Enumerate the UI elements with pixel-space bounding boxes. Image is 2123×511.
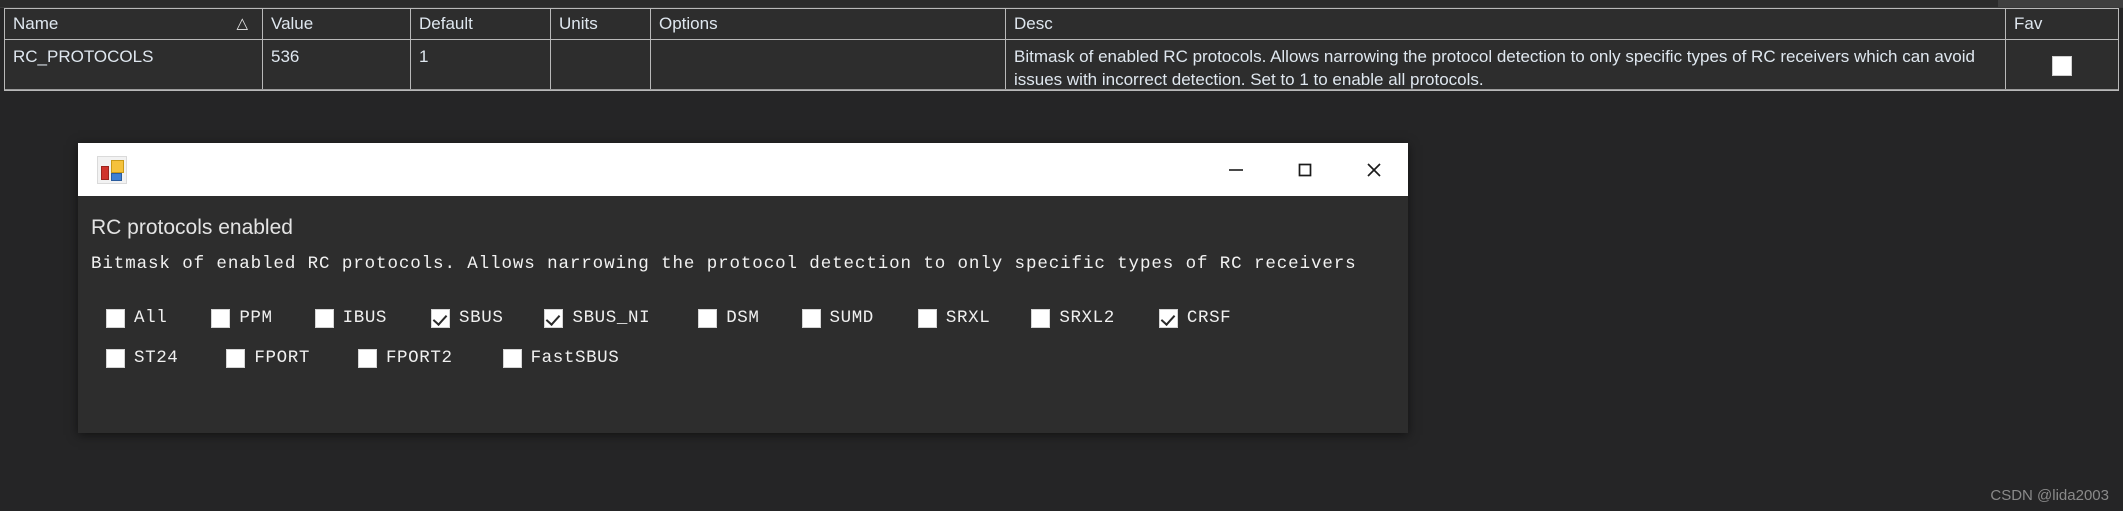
protocol-checkbox-label: SRXL xyxy=(945,308,991,328)
protocol-checkbox-label: CRSF xyxy=(1186,308,1232,328)
checkbox-unchecked-icon[interactable] xyxy=(314,308,334,328)
protocol-checkbox-label: ST24 xyxy=(134,348,179,368)
cell-desc: Bitmask of enabled RC protocols. Allows … xyxy=(1006,40,2006,89)
application-icon-red-block xyxy=(101,165,109,180)
checkbox-unchecked-icon[interactable] xyxy=(917,308,937,328)
column-header-value[interactable]: Value xyxy=(263,9,411,39)
cell-default: 1 xyxy=(411,40,551,89)
cell-units xyxy=(551,40,651,89)
minimize-button[interactable] xyxy=(1201,143,1270,196)
protocol-checkbox-crsf[interactable]: CRSF xyxy=(1158,308,1232,328)
window-top-strip xyxy=(0,0,2123,8)
protocol-checkbox-label: IBUS xyxy=(342,308,388,328)
checkbox-unchecked-icon[interactable] xyxy=(357,348,377,368)
rc-protocols-dialog: RC protocols enabled Bitmask of enabled … xyxy=(78,143,1408,433)
checkbox-checked-icon[interactable] xyxy=(431,308,451,328)
column-header-name[interactable]: Name △ xyxy=(5,9,263,39)
cell-value[interactable]: 536 xyxy=(263,40,411,89)
screenshot-root: Name △ Value Default Units Options Desc … xyxy=(0,0,2123,511)
checkbox-unchecked-icon[interactable] xyxy=(211,308,231,328)
minimize-icon xyxy=(1228,168,1243,171)
protocol-checkbox-label: SBUS xyxy=(459,308,504,328)
maximize-button[interactable] xyxy=(1270,143,1339,196)
protocol-checkbox-label: DSM xyxy=(726,308,760,328)
protocol-checkbox-sumd[interactable]: SUMD xyxy=(801,308,874,328)
maximize-icon xyxy=(1298,163,1311,176)
column-header-desc[interactable]: Desc xyxy=(1006,9,2006,39)
protocol-checkbox-row-2: ST24 FPORT FPORT2 FastSBUS xyxy=(106,348,619,368)
column-header-fav[interactable]: Fav xyxy=(2006,9,2118,39)
protocol-checkbox-fport[interactable]: FPORT xyxy=(226,348,310,368)
checkbox-unchecked-icon[interactable] xyxy=(106,348,125,368)
application-icon-blue-block xyxy=(111,172,122,181)
fav-checkbox[interactable] xyxy=(2052,56,2072,76)
cell-fav[interactable] xyxy=(2006,40,2118,89)
checkbox-unchecked-icon[interactable] xyxy=(1031,308,1051,328)
protocol-checkbox-label: FastSBUS xyxy=(530,348,620,368)
protocol-checkbox-label: SRXL2 xyxy=(1059,308,1115,328)
protocol-checkbox-label: FPORT xyxy=(254,348,310,368)
table-row[interactable]: RC_PROTOCOLS 536 1 Bitmask of enabled RC… xyxy=(5,40,2118,90)
grid-header-row: Name △ Value Default Units Options Desc … xyxy=(5,9,2118,40)
checkbox-unchecked-icon[interactable] xyxy=(226,348,246,368)
application-icon-yellow-block xyxy=(111,159,124,173)
checkbox-unchecked-icon[interactable] xyxy=(801,308,821,328)
dialog-heading: RC protocols enabled xyxy=(91,216,293,239)
column-header-units[interactable]: Units xyxy=(551,9,651,39)
protocol-checkbox-fport2[interactable]: FPORT2 xyxy=(357,348,453,368)
cell-name[interactable]: RC_PROTOCOLS xyxy=(5,40,263,89)
protocol-checkbox-fastsbus[interactable]: FastSBUS xyxy=(502,348,620,368)
close-icon xyxy=(1366,162,1381,177)
protocol-checkbox-st24[interactable]: ST24 xyxy=(106,348,178,368)
checkbox-unchecked-icon[interactable] xyxy=(698,308,718,328)
protocol-checkbox-label: PPM xyxy=(239,308,273,328)
checkbox-unchecked-icon[interactable] xyxy=(106,308,125,328)
checkbox-checked-icon[interactable] xyxy=(1158,308,1178,328)
protocol-checkbox-label: SBUS_NI xyxy=(572,308,651,328)
cell-options xyxy=(651,40,1006,89)
protocol-checkbox-srxl[interactable]: SRXL xyxy=(917,308,991,328)
checkbox-checked-icon[interactable] xyxy=(544,308,564,328)
close-button[interactable] xyxy=(1339,143,1408,196)
protocol-checkbox-label: SUMD xyxy=(829,308,874,328)
column-header-options[interactable]: Options xyxy=(651,9,1006,39)
protocol-checkbox-dsm[interactable]: DSM xyxy=(698,308,759,328)
sort-ascending-icon: △ xyxy=(236,15,248,32)
protocol-checkbox-sbus_ni[interactable]: SBUS_NI xyxy=(544,308,650,328)
window-controls xyxy=(1201,143,1408,196)
protocol-checkbox-sbus[interactable]: SBUS xyxy=(431,308,503,328)
dialog-body: RC protocols enabled Bitmask of enabled … xyxy=(78,196,1408,433)
column-header-name-label: Name xyxy=(13,14,59,33)
window-top-strip-right-segment xyxy=(1998,0,2123,7)
protocol-checkbox-ibus[interactable]: IBUS xyxy=(314,308,388,328)
checkbox-unchecked-icon[interactable] xyxy=(502,348,522,368)
protocol-checkbox-label: FPORT2 xyxy=(385,348,453,368)
protocol-checkbox-label: All xyxy=(134,308,168,328)
dialog-description: Bitmask of enabled RC protocols. Allows … xyxy=(91,254,1357,274)
parameter-grid: Name △ Value Default Units Options Desc … xyxy=(4,8,2119,91)
protocol-checkbox-ppm[interactable]: PPM xyxy=(211,308,272,328)
application-icon xyxy=(97,155,127,184)
protocol-checkbox-all[interactable]: All xyxy=(106,308,167,328)
watermark: CSDN @lida2003 xyxy=(1990,487,2109,504)
dialog-titlebar[interactable] xyxy=(78,143,1408,196)
column-header-default[interactable]: Default xyxy=(411,9,551,39)
protocol-checkbox-srxl2[interactable]: SRXL2 xyxy=(1031,308,1115,328)
protocol-checkbox-row-1: All PPM IBUS SBUS SBUS_NI DSM SUMD SRXL SRXL2 CRS… xyxy=(106,308,1231,328)
